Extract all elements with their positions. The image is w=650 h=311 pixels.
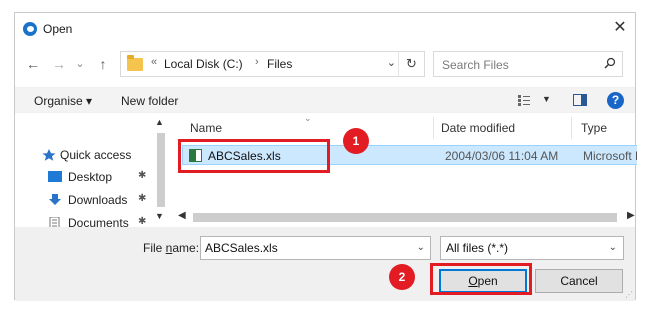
- sidebar-item-label: Desktop: [68, 170, 113, 184]
- horizontal-scrollbar[interactable]: ◀ ▶: [178, 209, 637, 225]
- file-name-label-part: File: [143, 241, 166, 255]
- navigation-pane: Quick access Desktop ✱ Downloads ✱ Docum…: [15, 113, 170, 230]
- breadcrumb-files[interactable]: Files: [267, 57, 292, 71]
- scroll-up-arrow-icon[interactable]: ▲: [155, 117, 164, 127]
- file-date-cell: 2004/03/06 11:04 AM: [445, 149, 559, 163]
- sidebar-scrollbar[interactable]: ▲ ▼: [153, 113, 168, 225]
- column-header-date-modified[interactable]: Date modified: [441, 121, 515, 135]
- scrollbar-thumb[interactable]: [157, 133, 165, 207]
- file-name-label: File name:: [143, 241, 199, 255]
- file-name-input[interactable]: ABCSales.xls ⌄: [200, 236, 431, 260]
- star-icon: [42, 149, 56, 161]
- sidebar-item-label: Downloads: [68, 193, 128, 207]
- title-bar: Open ✕: [15, 13, 635, 45]
- scroll-right-arrow-icon[interactable]: ▶: [627, 210, 635, 221]
- navigation-bar: ← → ⌄ ↑ « Local Disk (C:) › Files ⌄ ↻ Se…: [15, 49, 635, 79]
- chevron-down-icon[interactable]: ⌄: [417, 242, 425, 253]
- file-type-value: All files (*.*): [446, 241, 509, 255]
- file-name-label-part: ame:: [172, 241, 200, 255]
- breadcrumb-separator-icon[interactable]: ›: [255, 56, 259, 68]
- column-header-type[interactable]: Type: [581, 121, 607, 135]
- chevron-down-icon[interactable]: ⌄: [609, 242, 617, 253]
- sort-caret-icon: ⌄: [304, 113, 312, 123]
- column-divider[interactable]: [433, 117, 434, 139]
- edge-app-icon: [23, 22, 37, 36]
- pin-icon[interactable]: ✱: [138, 216, 146, 227]
- sidebar-item-label: Quick access: [60, 148, 132, 162]
- dialog-footer: File name: ABCSales.xls ⌄ All files (*.*…: [15, 227, 635, 301]
- view-dropdown-chevron-icon[interactable]: ▼: [542, 94, 551, 104]
- search-input[interactable]: Search Files: [433, 51, 623, 77]
- help-icon[interactable]: ?: [607, 92, 624, 109]
- step-marker-1: 1: [343, 128, 369, 154]
- recent-locations-chevron-icon[interactable]: ⌄: [73, 53, 87, 75]
- search-placeholder: Search Files: [442, 58, 509, 72]
- step-marker-2: 2: [389, 264, 415, 290]
- address-overflow-icon[interactable]: «: [151, 56, 157, 68]
- address-dropdown-chevron-icon[interactable]: ⌄: [387, 56, 396, 69]
- up-folder-arrow-icon[interactable]: ↑: [93, 53, 113, 75]
- command-toolbar: Organise ▾ New folder ▼ ?: [15, 87, 635, 113]
- organise-menu-button[interactable]: Organise ▾: [34, 94, 92, 108]
- view-options-icon[interactable]: [518, 95, 530, 106]
- close-button[interactable]: ✕: [609, 17, 631, 39]
- column-divider[interactable]: [571, 117, 572, 139]
- cancel-button[interactable]: Cancel: [535, 269, 623, 293]
- scroll-down-arrow-icon[interactable]: ▼: [155, 211, 164, 221]
- scrollbar-thumb[interactable]: [193, 213, 617, 222]
- preview-pane-icon[interactable]: [573, 94, 587, 106]
- back-arrow-icon[interactable]: ←: [23, 53, 43, 75]
- file-name-value: ABCSales.xls: [205, 241, 278, 255]
- pin-icon[interactable]: ✱: [138, 170, 146, 181]
- resize-grip-icon[interactable]: ⋰: [625, 290, 633, 299]
- column-header-name[interactable]: Name: [190, 121, 222, 135]
- new-folder-button[interactable]: New folder: [121, 94, 178, 108]
- file-type-cell: Microsoft E: [583, 149, 637, 163]
- address-bar[interactable]: « Local Disk (C:) › Files ⌄ ↻: [120, 51, 425, 77]
- highlight-box-open: [430, 263, 532, 295]
- breadcrumb-local-disk[interactable]: Local Disk (C:): [164, 57, 243, 71]
- dialog-title: Open: [43, 22, 73, 36]
- refresh-icon[interactable]: ↻: [398, 52, 424, 76]
- scroll-left-arrow-icon[interactable]: ◀: [178, 210, 186, 221]
- pin-icon[interactable]: ✱: [138, 193, 146, 204]
- forward-arrow-icon[interactable]: →: [49, 53, 69, 75]
- desktop-icon: [48, 171, 62, 182]
- download-icon: [49, 194, 61, 205]
- search-icon[interactable]: [604, 57, 616, 69]
- file-type-select[interactable]: All files (*.*) ⌄: [440, 236, 624, 260]
- highlight-box-file: [178, 139, 330, 173]
- folder-icon: [127, 55, 143, 71]
